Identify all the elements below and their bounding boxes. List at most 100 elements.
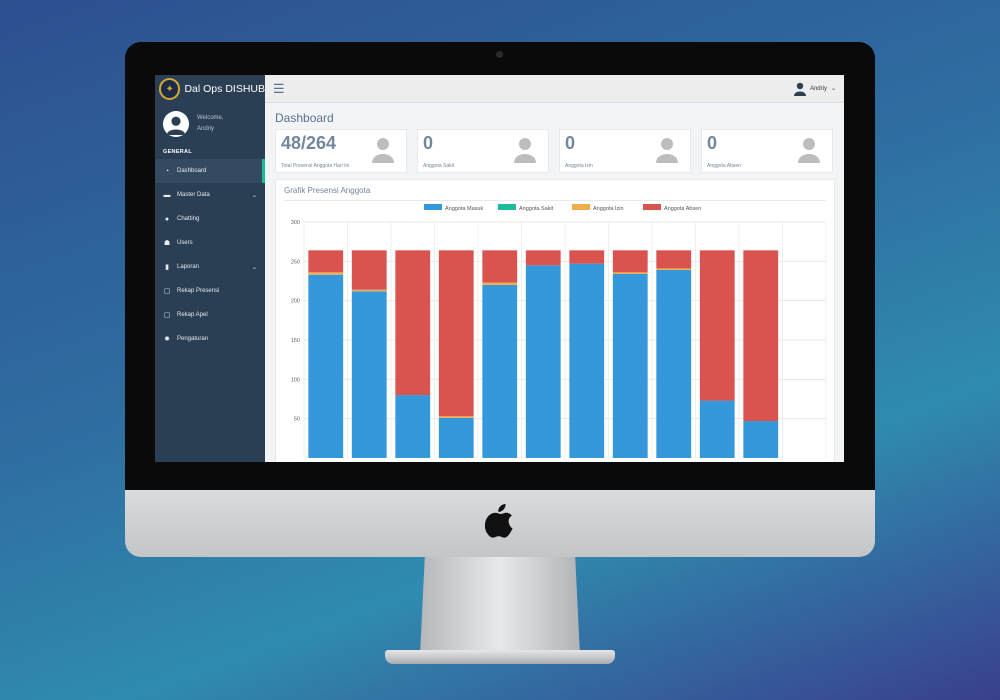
- bar-segment: [308, 272, 344, 275]
- sidebar-item-dashboard[interactable]: ◔ Dashboard: [155, 159, 265, 183]
- bar-segment: [351, 250, 387, 290]
- chevron-down-icon: ⌄: [251, 192, 257, 199]
- sidebar-item-label: Pengaturan: [177, 336, 209, 342]
- users-icon: ☗: [163, 240, 171, 247]
- chevron-down-icon: ⌄: [251, 264, 257, 271]
- dashboard-icon: ◔: [164, 167, 170, 175]
- y-tick-label: 200: [291, 299, 300, 305]
- menu-toggle-icon[interactable]: ☰: [273, 81, 285, 97]
- bar-segment: [395, 250, 431, 396]
- user-avatar-icon: [166, 116, 186, 135]
- apple-logo-icon: [484, 502, 515, 545]
- user-icon: [656, 138, 678, 163]
- bar-segment: [569, 250, 605, 264]
- monitor-bezel: ✦ Dal Ops DISHUB Welcome, Andriy GENERAL…: [125, 42, 875, 490]
- bar-segment: [699, 400, 735, 458]
- brand-title: Dal Ops DISHUB: [184, 83, 265, 95]
- bar-segment: [569, 263, 605, 458]
- legend-swatch: [498, 204, 516, 210]
- sidebar-item-label: Chatting: [177, 216, 200, 222]
- main-content: Dashboard 48/264 Total Presensi Anggota …: [265, 103, 844, 462]
- bar-segment: [351, 291, 387, 458]
- sidebar-item-label: Users: [177, 240, 193, 246]
- dishub-logo-icon: ✦: [159, 78, 181, 100]
- avatar: [163, 111, 189, 137]
- excel-file-icon: ▢: [163, 312, 171, 319]
- monitor-chin: [125, 490, 875, 557]
- legend-label: Anggota Absen: [664, 206, 701, 212]
- sidebar-item-label: Master Data: [177, 192, 210, 198]
- gear-icon: ✹: [164, 336, 170, 343]
- bar-segment: [743, 250, 779, 422]
- bar-segment: [525, 250, 561, 266]
- sidebar-item-chatting[interactable]: ● Chatting: [155, 207, 265, 231]
- bar-segment: [612, 272, 648, 274]
- bar-segment: [699, 250, 735, 401]
- monitor-stand-base: [385, 650, 615, 664]
- y-tick-label: 100: [291, 377, 300, 383]
- bar-segment: [308, 250, 344, 273]
- bar-segment: [482, 282, 518, 285]
- bar-segment: [308, 274, 344, 458]
- bar-segment: [656, 268, 692, 270]
- tile-label: Total Presensi Anggota Hari Ini: [281, 163, 350, 169]
- bar-segment: [525, 265, 561, 458]
- excel-file-icon: ▢: [163, 288, 171, 295]
- sidebar-item-rekap-apel[interactable]: ▢ Rekap Apel: [155, 303, 265, 327]
- folder-icon: ▬: [163, 191, 171, 199]
- bar-segment: [351, 289, 387, 292]
- legend-label: Anggota Masuk: [445, 206, 483, 212]
- y-tick-label: 250: [291, 259, 300, 265]
- y-tick-label: 50: [294, 417, 300, 423]
- tile-anggota-sakit: 0 Anggota Sakit: [417, 129, 549, 173]
- bar-segment: [395, 395, 431, 458]
- comments-icon: ●: [164, 215, 170, 223]
- bar-segment: [438, 416, 474, 418]
- stat-tiles: 48/264 Total Presensi Anggota Hari Ini 0…: [275, 129, 834, 173]
- bar-segment: [438, 250, 474, 417]
- bar-segment: [482, 250, 518, 283]
- bar-segment: [656, 250, 692, 269]
- user-icon: [798, 138, 820, 163]
- tile-label: Anggota Izin: [565, 163, 593, 169]
- chevron-down-icon: ⌄: [830, 86, 836, 92]
- brand[interactable]: ✦ Dal Ops DISHUB: [155, 75, 265, 103]
- sidebar-item-laporan[interactable]: ▮ Laporan ⌄: [155, 255, 265, 279]
- bar-segment: [482, 284, 518, 458]
- page-title: Dashboard: [275, 111, 334, 125]
- camera-dot: [496, 51, 503, 58]
- bar-segment: [612, 273, 648, 458]
- sidebar-item-pengaturan[interactable]: ✹ Pengaturan: [155, 327, 265, 351]
- user-icon: [793, 82, 806, 96]
- tile-label: Anggota Sakit: [423, 163, 455, 169]
- bar-segment: [612, 250, 648, 273]
- bar-segment: [438, 417, 474, 458]
- topbar: ☰ Andriy ⌄: [265, 75, 844, 103]
- user-icon: [372, 138, 394, 163]
- tile-total-presensi: 48/264 Total Presensi Anggota Hari Ini: [275, 129, 407, 173]
- presensi-chart: Anggota Masuk Anggota Sakit Anggota Izin An…: [291, 204, 827, 458]
- profile-username: Andriy: [197, 126, 215, 132]
- sidebar-item-label: Dashboard: [177, 168, 207, 174]
- welcome-text: Welcome,: [197, 115, 224, 121]
- user-menu[interactable]: Andriy ⌄: [793, 82, 836, 96]
- monitor-stand: [420, 557, 580, 655]
- screen: ✦ Dal Ops DISHUB Welcome, Andriy GENERAL…: [155, 75, 844, 462]
- y-tick-label: 300: [291, 220, 300, 226]
- sidebar-item-users[interactable]: ☗ Users: [155, 231, 265, 255]
- legend-swatch: [643, 204, 661, 210]
- sidebar-item-label: Rekap Presensi: [177, 288, 220, 294]
- sidebar-item-master-data[interactable]: ▬ Master Data ⌄: [155, 183, 265, 207]
- topbar-username: Andriy: [809, 85, 827, 92]
- legend-swatch: [424, 204, 442, 210]
- legend-label: Anggota Sakit: [519, 206, 554, 212]
- chart-panel: Grafik Presensi Anggota Anggota Masuk Ang…: [275, 179, 835, 462]
- bar-segment: [656, 269, 692, 458]
- y-tick-label: 150: [291, 338, 300, 344]
- legend-label: Anggota Izin: [593, 206, 624, 212]
- bar-segment: [743, 421, 779, 458]
- tile-anggota-izin: 0 Anggota Izin: [559, 129, 691, 173]
- sidebar: ✦ Dal Ops DISHUB Welcome, Andriy GENERAL…: [155, 75, 265, 462]
- sidebar-item-rekap-presensi[interactable]: ▢ Rekap Presensi: [155, 279, 265, 303]
- user-icon: [514, 138, 536, 163]
